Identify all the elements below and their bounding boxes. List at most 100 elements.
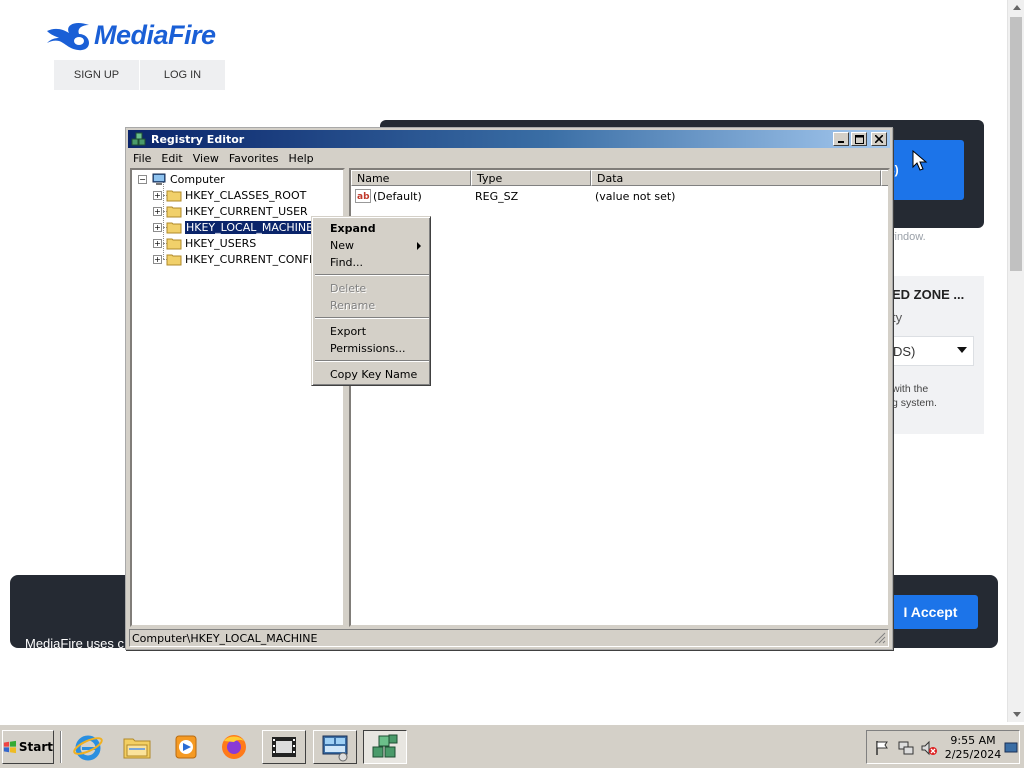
tree-item-classes-root[interactable]: + HKEY_CLASSES_ROOT	[153, 187, 306, 203]
registry-editor-icon[interactable]	[363, 730, 407, 764]
cookie-text: MediaFire uses c to our Privacy Po	[25, 636, 124, 714]
firefox-icon	[222, 735, 246, 759]
action-center-flag-icon[interactable]	[873, 739, 891, 757]
network-icon[interactable]	[897, 739, 915, 757]
context-menu: Expand New Find... Delete Rename Export …	[311, 216, 431, 386]
value-type: REG_SZ	[475, 189, 519, 203]
auth-buttons: SIGN UP LOG IN	[54, 60, 225, 90]
column-data[interactable]: Data	[591, 170, 881, 186]
window-controls	[833, 132, 887, 146]
clock[interactable]: 9:55 AM 2/25/2024	[943, 734, 1003, 762]
volume-muted-icon[interactable]	[920, 739, 938, 757]
menu-item-new[interactable]: New	[315, 237, 429, 254]
submenu-arrow-icon	[417, 242, 421, 250]
registry-editor-window: Registry Editor File Edit View Favorites…	[125, 127, 893, 650]
scroll-up-icon[interactable]	[1013, 5, 1021, 10]
folder-icon	[166, 206, 182, 217]
close-icon	[875, 135, 883, 143]
expand-icon[interactable]: +	[153, 238, 162, 248]
column-name[interactable]: Name	[351, 170, 471, 186]
value-data: (value not set)	[595, 189, 676, 203]
menu-separator	[315, 360, 429, 362]
title-bar[interactable]: Registry Editor	[128, 130, 890, 148]
file-explorer-icon	[123, 738, 151, 759]
expand-icon[interactable]: +	[153, 190, 162, 200]
status-bar: Computer\HKEY_LOCAL_MACHINE	[129, 629, 889, 647]
menu-item-copy-key-name[interactable]: Copy Key Name	[315, 366, 429, 383]
firefox-icon[interactable]	[212, 730, 256, 764]
scroll-down-icon[interactable]	[1013, 712, 1021, 717]
menu-item-export[interactable]: Export	[315, 323, 429, 340]
menu-item-rename: Rename	[330, 299, 376, 312]
svg-text:ab: ab	[357, 192, 370, 202]
zone-subtitle: ty	[892, 310, 903, 325]
tree-item-local-machine[interactable]: + HKEY_LOCAL_MACHINE	[153, 219, 316, 235]
value-name: (Default)	[373, 189, 422, 203]
expand-icon[interactable]: +	[153, 206, 162, 216]
expand-icon[interactable]: +	[153, 254, 162, 264]
internet-explorer-icon[interactable]	[66, 730, 110, 764]
menu-favorites[interactable]: Favorites	[224, 152, 284, 165]
network-manager-icon[interactable]	[313, 730, 357, 764]
media-player-icon	[175, 735, 197, 759]
accept-cookies-button[interactable]: I Accept	[883, 595, 978, 629]
minimize-button[interactable]	[833, 132, 849, 146]
maximize-icon	[854, 134, 864, 144]
column-type[interactable]: Type	[471, 170, 591, 186]
video-editor-icon	[272, 737, 296, 757]
folder-icon	[166, 190, 182, 201]
mediafire-logo[interactable]: MediaFire	[45, 20, 216, 51]
media-player-icon[interactable]	[164, 730, 208, 764]
tree-item-current-user[interactable]: + HKEY_CURRENT_USER	[153, 203, 308, 219]
chevron-down-icon	[957, 347, 967, 353]
folder-icon	[166, 238, 182, 249]
window-title: Registry Editor	[151, 132, 245, 146]
menu-file[interactable]: File	[128, 152, 156, 165]
zone-title: ED ZONE ...	[892, 287, 965, 302]
status-path: Computer\HKEY_LOCAL_MACHINE	[132, 631, 318, 645]
clock-date: 2/25/2024	[944, 748, 1002, 761]
registry-cubes-icon	[131, 132, 146, 146]
sign-up-button[interactable]: SIGN UP	[54, 60, 139, 90]
tree-root[interactable]: − Computer	[138, 171, 225, 187]
resize-grip-icon[interactable]	[874, 632, 886, 644]
menu-item-permissions[interactable]: Permissions...	[315, 340, 429, 357]
tree-item-current-config[interactable]: + HKEY_CURRENT_CONFIG	[153, 251, 321, 267]
menu-bar: File Edit View Favorites Help	[128, 149, 319, 167]
column-filler	[881, 170, 888, 186]
close-button[interactable]	[871, 132, 887, 146]
menu-item-expand[interactable]: Expand	[315, 220, 429, 237]
maximize-button[interactable]	[851, 132, 867, 146]
list-header: Name Type Data	[351, 170, 888, 186]
taskbar-separator	[60, 731, 62, 763]
menu-view[interactable]: View	[188, 152, 224, 165]
taskbar: Start 9:55 AM 2/25/2024	[0, 724, 1024, 768]
table-row[interactable]: ab (Default) REG_SZ (value not set)	[351, 188, 675, 204]
show-desktop-icon[interactable]	[1004, 739, 1018, 757]
tree-label-computer: Computer	[170, 172, 225, 186]
registry-editor-icon	[372, 734, 398, 758]
menu-edit[interactable]: Edit	[156, 152, 187, 165]
log-in-button[interactable]: LOG IN	[139, 60, 225, 90]
minimize-icon	[838, 141, 844, 143]
clock-time: 9:55 AM	[950, 734, 996, 747]
collapse-icon[interactable]: −	[138, 174, 147, 184]
scroll-thumb[interactable]	[1010, 17, 1022, 271]
tree-item-users[interactable]: + HKEY_USERS	[153, 235, 256, 251]
video-editor-icon[interactable]	[262, 730, 306, 764]
menu-help[interactable]: Help	[284, 152, 319, 165]
windows-logo-icon	[3, 740, 16, 754]
file-explorer-icon[interactable]	[115, 730, 159, 764]
menu-item-find[interactable]: Find...	[315, 254, 429, 271]
folder-icon	[166, 254, 182, 265]
network-manager-icon	[322, 735, 348, 762]
string-value-icon: ab	[355, 189, 371, 203]
brand-name: MediaFire	[94, 20, 216, 50]
menu-item-delete: Delete	[330, 282, 367, 295]
menu-separator	[315, 274, 429, 276]
start-button[interactable]: Start	[2, 730, 54, 764]
mediafire-flame-icon	[47, 22, 89, 50]
mouse-cursor-icon	[912, 150, 928, 171]
expand-icon[interactable]: +	[153, 222, 162, 232]
page-scrollbar[interactable]	[1007, 0, 1024, 722]
